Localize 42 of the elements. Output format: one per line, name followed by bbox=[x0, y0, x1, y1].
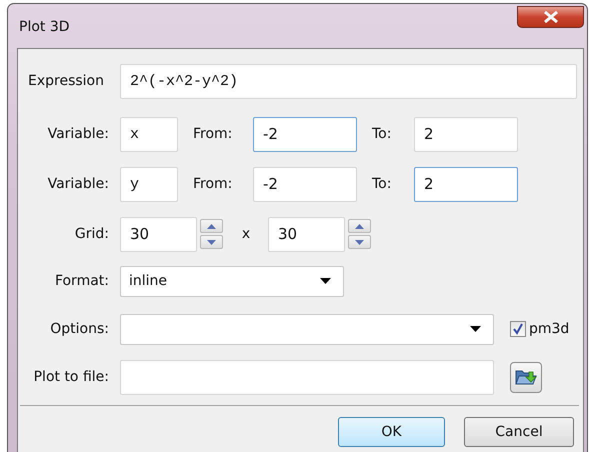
grid-y-field[interactable]: 30 bbox=[268, 216, 345, 252]
field-label: Plot to file: bbox=[32, 369, 109, 385]
dropdown-arrow-icon bbox=[320, 278, 331, 284]
pm3d-checkbox[interactable] bbox=[510, 321, 526, 337]
checkbox-label: pm3d bbox=[529, 321, 570, 337]
up-arrow-icon bbox=[207, 224, 216, 228]
to-field[interactable]: 2 bbox=[414, 166, 518, 202]
spin-down-button[interactable] bbox=[200, 235, 223, 249]
field-label: Options: bbox=[49, 321, 109, 337]
ok-button[interactable]: OK bbox=[338, 417, 445, 447]
window-title: Plot 3D bbox=[19, 19, 70, 35]
close-button[interactable] bbox=[517, 6, 584, 28]
field-label: Grid: bbox=[74, 226, 109, 242]
dropdown-arrow-icon bbox=[470, 326, 481, 332]
file-path-field[interactable] bbox=[120, 360, 494, 394]
folder-icon bbox=[515, 368, 537, 386]
field-label: To: bbox=[372, 176, 392, 192]
to-field[interactable]: 2 bbox=[414, 116, 518, 152]
down-arrow-icon bbox=[207, 240, 216, 244]
spin-up-button[interactable] bbox=[200, 219, 223, 233]
spin-down-button[interactable] bbox=[348, 235, 371, 249]
field-label: From: bbox=[193, 176, 234, 192]
close-icon bbox=[542, 11, 558, 23]
up-arrow-icon bbox=[355, 224, 364, 228]
field-label: From: bbox=[193, 126, 234, 142]
field-label: Variable: bbox=[46, 126, 109, 142]
cancel-button[interactable]: Cancel bbox=[464, 417, 574, 447]
variable-field[interactable]: y bbox=[120, 166, 178, 202]
format-dropdown[interactable]: inline bbox=[120, 266, 344, 296]
variable-field[interactable]: x bbox=[120, 116, 178, 152]
down-arrow-icon bbox=[355, 240, 364, 244]
field-label: To: bbox=[372, 126, 392, 142]
field-label: Format: bbox=[54, 273, 109, 289]
spin-up-button[interactable] bbox=[348, 219, 371, 233]
from-field[interactable]: -2 bbox=[253, 166, 357, 202]
field-label: Variable: bbox=[46, 176, 109, 192]
times-label: x bbox=[241, 226, 251, 242]
grid-x-field[interactable]: 30 bbox=[120, 216, 197, 252]
field-label: Expression bbox=[27, 73, 104, 89]
expression-field[interactable]: 2^(-x^2-y^2) bbox=[120, 64, 577, 98]
browse-button[interactable] bbox=[510, 362, 542, 392]
from-field[interactable]: -2 bbox=[253, 116, 357, 152]
